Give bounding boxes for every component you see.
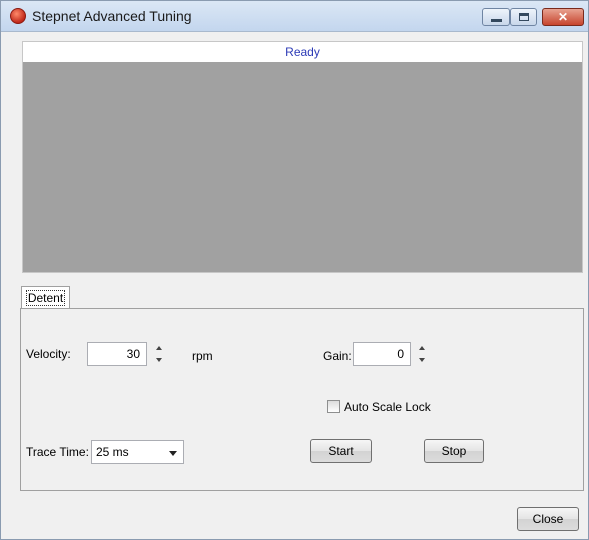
auto-scale-lock-checkbox[interactable] (327, 400, 340, 413)
trace-time-select[interactable]: 25 ms (91, 440, 184, 464)
app-icon (10, 8, 26, 24)
window-title: Stepnet Advanced Tuning (32, 8, 192, 24)
chevron-down-icon (169, 451, 177, 456)
tab-detent[interactable]: Detent (21, 286, 70, 309)
trace-time-label: Trace Time: (26, 445, 89, 459)
velocity-label: Velocity: (26, 347, 71, 361)
spin-up-icon[interactable] (156, 346, 162, 350)
stop-button[interactable]: Stop (424, 439, 484, 463)
trace-status: Ready (23, 42, 582, 62)
maximize-button[interactable] (510, 8, 537, 26)
velocity-unit: rpm (192, 349, 213, 363)
close-button[interactable]: Close (517, 507, 579, 531)
close-window-button[interactable]: ✕ (542, 8, 584, 26)
spin-up-icon[interactable] (419, 346, 425, 350)
tab-detent-label: Detent (25, 290, 66, 306)
spin-down-icon[interactable] (419, 358, 425, 362)
minimize-button[interactable] (482, 8, 510, 26)
close-icon: ✕ (557, 10, 569, 24)
maximize-icon (519, 13, 529, 21)
tuning-window: Stepnet Advanced Tuning ✕ Ready Detent V… (0, 0, 589, 540)
gain-spinner[interactable] (416, 341, 430, 367)
trace-display: Ready (22, 41, 583, 273)
spin-down-icon[interactable] (156, 358, 162, 362)
velocity-spinner[interactable] (153, 341, 167, 367)
auto-scale-lock-label: Auto Scale Lock (344, 400, 431, 414)
velocity-input[interactable]: 30 (87, 342, 147, 366)
title-bar[interactable]: Stepnet Advanced Tuning ✕ (1, 1, 588, 32)
start-button[interactable]: Start (310, 439, 372, 463)
gain-input[interactable]: 0 (353, 342, 411, 366)
minimize-icon (491, 19, 502, 22)
gain-label: Gain: (323, 349, 352, 363)
trace-time-value: 25 ms (96, 445, 129, 459)
